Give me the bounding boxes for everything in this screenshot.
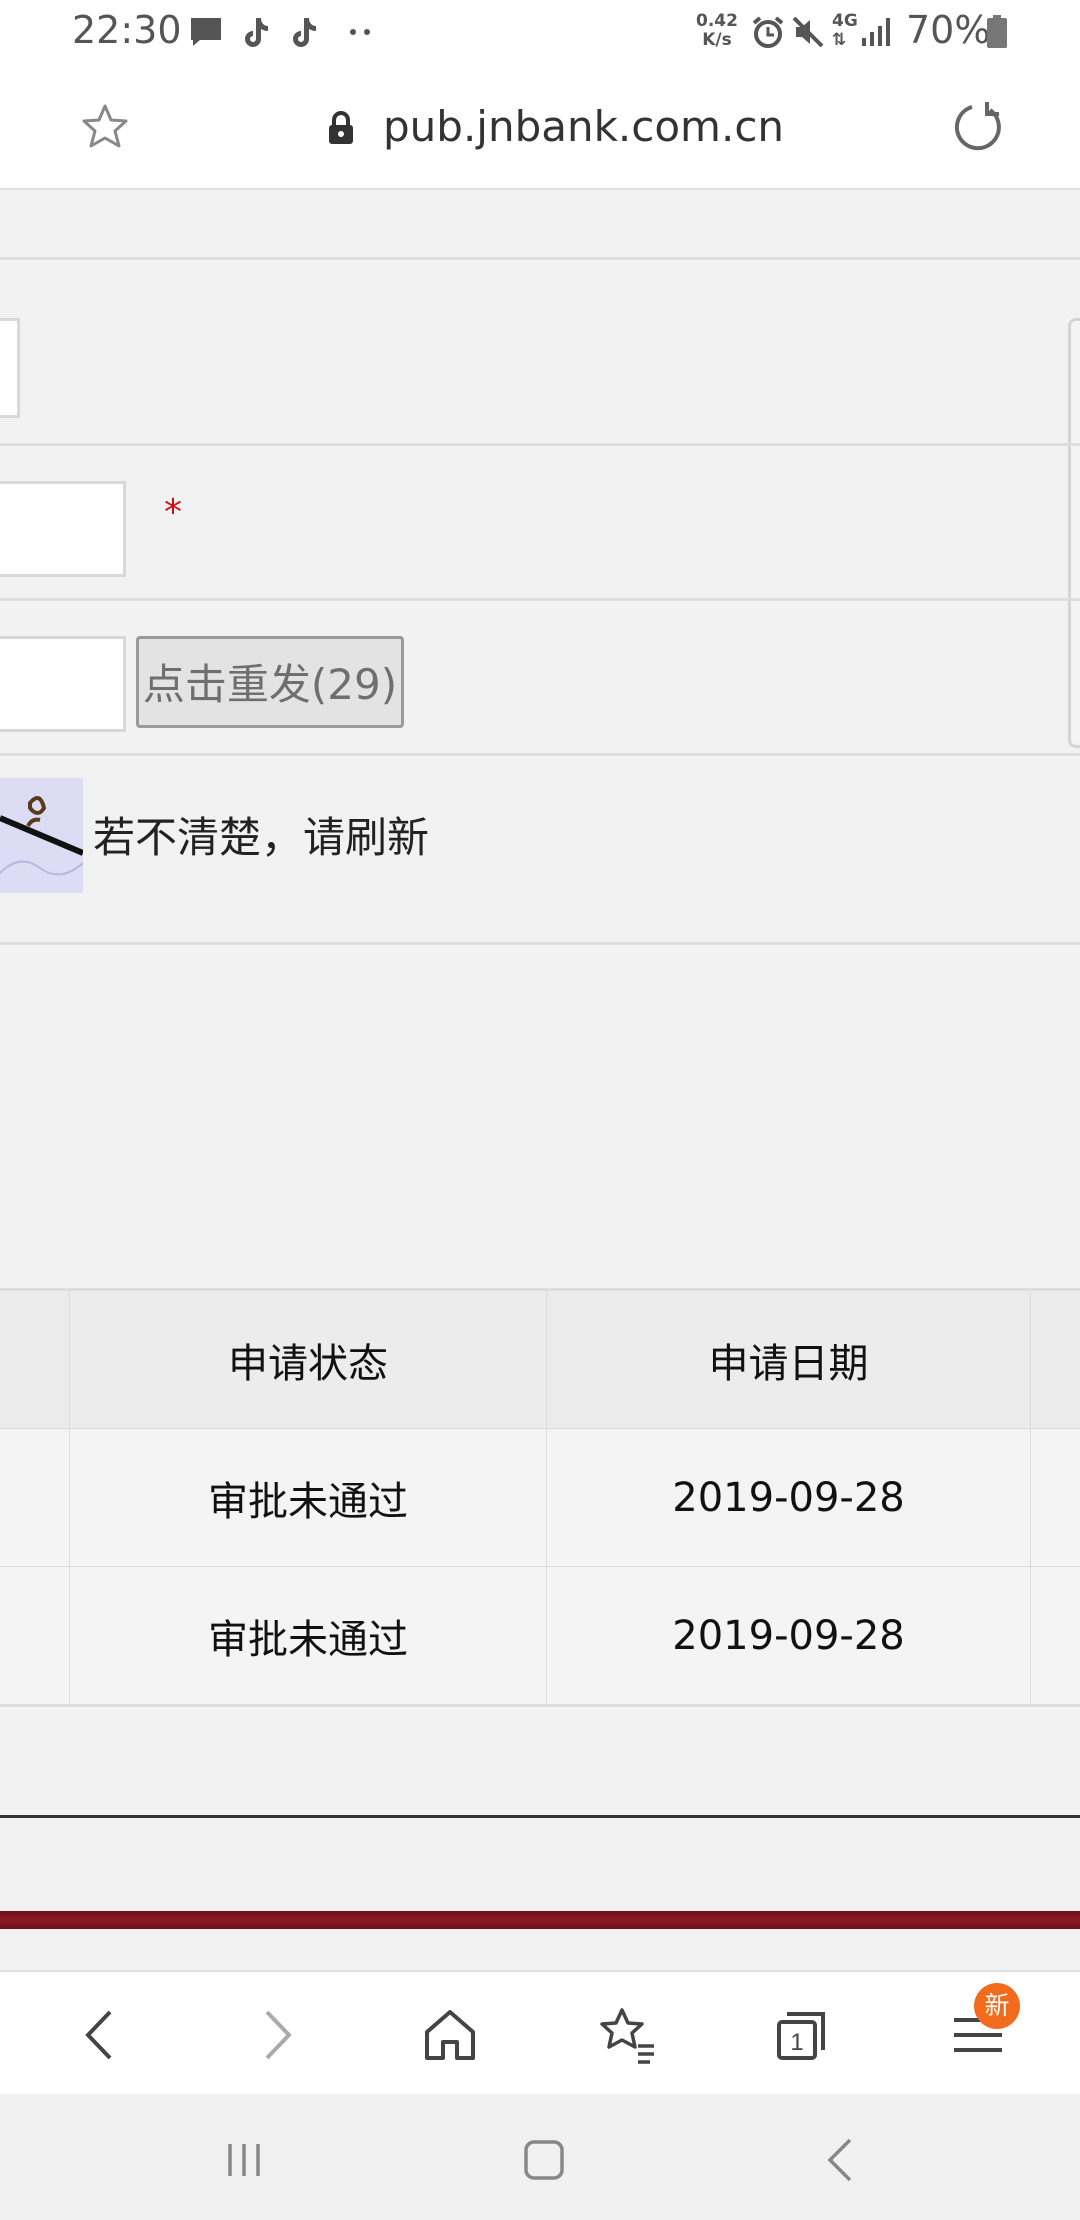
more-dots-icon bbox=[350, 29, 370, 35]
divider bbox=[0, 598, 1080, 601]
lock-icon bbox=[329, 111, 353, 144]
table-cell bbox=[1031, 1567, 1080, 1707]
tabs-icon[interactable]: 1 bbox=[767, 2000, 837, 2070]
status-bar: 22:30 0.42 K/s 4G ⇅ 70% bbox=[0, 0, 1080, 66]
table-cell bbox=[1031, 1429, 1080, 1569]
tiktok-icon bbox=[293, 18, 316, 47]
signal-icon bbox=[862, 18, 890, 46]
system-nav-bar bbox=[0, 2094, 1080, 2220]
battery-icon bbox=[987, 15, 1007, 48]
resend-code-button[interactable]: 点击重发(29) bbox=[136, 636, 404, 728]
svg-text:1: 1 bbox=[790, 2029, 803, 2056]
text-input-field[interactable] bbox=[0, 318, 20, 418]
status-time: 22:30 bbox=[72, 8, 182, 52]
home-nav-icon[interactable] bbox=[514, 2130, 574, 2190]
header-date: 申请日期 bbox=[547, 1291, 1033, 1431]
net-speed: 0.42 K/s bbox=[696, 11, 738, 50]
mute-icon bbox=[792, 16, 824, 48]
table-header-cell bbox=[0, 1291, 72, 1431]
application-table: 申请状态 申请日期 审批未通过 2019-09-28 审批未通过 2019-09… bbox=[0, 1288, 1080, 1710]
row-date: 2019-09-28 bbox=[547, 1429, 1033, 1569]
browser-toolbar: 1 bbox=[0, 1970, 1080, 2096]
back-icon[interactable] bbox=[66, 2000, 136, 2070]
alarm-icon bbox=[752, 16, 784, 48]
address-bar: pub.jnbank.com.cn bbox=[0, 66, 1080, 190]
back-nav-icon[interactable] bbox=[812, 2130, 872, 2190]
table-header-cell bbox=[1031, 1291, 1080, 1431]
divider bbox=[0, 257, 1080, 260]
phone-input-field[interactable] bbox=[0, 481, 126, 577]
header-status: 申请状态 bbox=[70, 1291, 549, 1431]
row-status: 审批未通过 bbox=[70, 1429, 549, 1569]
table-cell bbox=[0, 1567, 72, 1707]
home-icon[interactable] bbox=[415, 2000, 485, 2070]
table-cell bbox=[0, 1429, 72, 1569]
footer-divider bbox=[0, 1815, 1080, 1818]
bookmarks-icon[interactable] bbox=[592, 2000, 662, 2070]
sms-code-input[interactable] bbox=[0, 636, 126, 732]
side-panel-edge bbox=[1068, 318, 1080, 748]
reload-icon[interactable] bbox=[950, 100, 1004, 154]
forward-icon[interactable] bbox=[241, 2000, 311, 2070]
captcha-image[interactable] bbox=[0, 778, 83, 893]
url-text[interactable]: pub.jnbank.com.cn bbox=[383, 102, 784, 151]
divider bbox=[0, 753, 1080, 756]
required-mark: * bbox=[164, 492, 182, 533]
footer-band bbox=[0, 1911, 1080, 1929]
menu-new-badge: 新 bbox=[974, 1983, 1020, 2029]
captcha-refresh-hint[interactable]: 若不清楚，请刷新 bbox=[93, 804, 429, 865]
divider bbox=[0, 942, 1080, 945]
chat-icon bbox=[191, 18, 221, 46]
divider bbox=[0, 443, 1080, 446]
bookmark-star-icon[interactable] bbox=[80, 102, 130, 152]
network-type: 4G ⇅ bbox=[832, 11, 858, 50]
row-status: 审批未通过 bbox=[70, 1567, 549, 1707]
row-date: 2019-09-28 bbox=[547, 1567, 1033, 1707]
recent-apps-icon[interactable] bbox=[214, 2130, 274, 2190]
tiktok-icon bbox=[245, 18, 268, 47]
battery-level: 70% bbox=[906, 8, 991, 52]
